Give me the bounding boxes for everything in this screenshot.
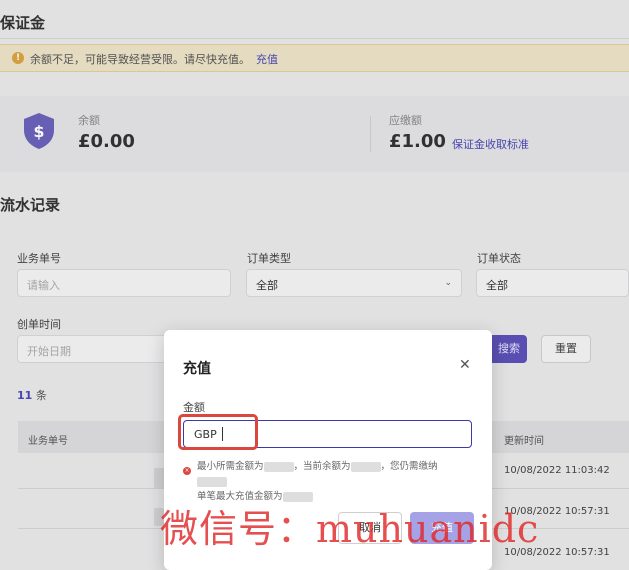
hint-part: 最小所需金额为	[197, 461, 264, 472]
redacted-value	[197, 476, 227, 487]
hint-part: ，您仍需缴纳	[380, 461, 438, 472]
amount-label: 金额	[183, 401, 205, 414]
redacted-value	[263, 461, 294, 472]
annotation-highlight-box	[178, 414, 258, 450]
close-icon[interactable]: ✕	[459, 357, 471, 373]
hint-part: ，当前余额为	[293, 461, 351, 472]
error-icon: ×	[183, 467, 191, 475]
watermark: 微信号：muhuanidc	[160, 507, 540, 551]
redacted-value	[350, 461, 381, 472]
dialog-title: 充值	[183, 361, 211, 377]
